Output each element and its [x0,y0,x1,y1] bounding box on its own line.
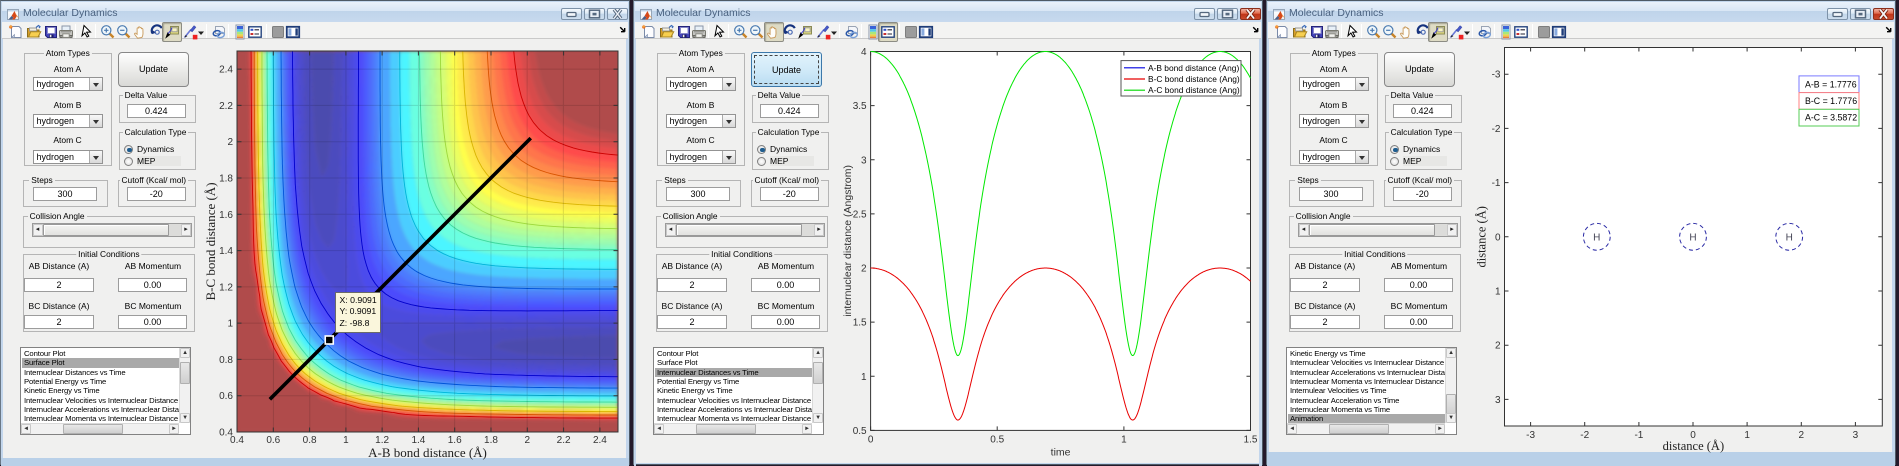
svg-text:A-B = 1.7776: A-B = 1.7776 [1805,79,1857,89]
svg-text:-1: -1 [1634,430,1643,441]
svg-text:1: 1 [227,319,233,330]
svg-text:2: 2 [861,264,867,275]
svg-text:0: 0 [1495,232,1501,243]
svg-text:-3: -3 [1492,70,1501,81]
svg-text:3: 3 [1853,430,1859,441]
svg-text:1: 1 [343,435,349,446]
svg-text:-2: -2 [1492,124,1501,135]
svg-text:2: 2 [1799,430,1805,441]
svg-text:2.5: 2.5 [853,209,867,220]
svg-text:2: 2 [525,435,531,446]
svg-text:2: 2 [227,137,233,148]
svg-text:1: 1 [1495,287,1501,298]
svg-text:A-B bond distance (Å): A-B bond distance (Å) [368,445,487,460]
svg-text:-3: -3 [1526,430,1535,441]
svg-text:1.6: 1.6 [219,210,233,221]
svg-text:B-C bond distance (Å): B-C bond distance (Å) [203,182,218,300]
svg-text:1: 1 [1121,434,1127,445]
svg-text:A-C = 3.5872: A-C = 3.5872 [1805,113,1857,123]
svg-text:0: 0 [868,434,874,445]
svg-text:3: 3 [861,155,867,166]
svg-text:0.6: 0.6 [219,391,233,402]
svg-text:4: 4 [861,47,867,58]
svg-text:0.6: 0.6 [266,435,280,446]
svg-text:1: 1 [1744,430,1750,441]
svg-text:1.8: 1.8 [219,174,233,185]
svg-text:3: 3 [1495,395,1501,406]
svg-text:time: time [1051,446,1071,458]
svg-text:3.5: 3.5 [853,101,867,112]
svg-text:B-C = 1.7776: B-C = 1.7776 [1805,96,1857,106]
svg-text:0.5: 0.5 [990,434,1004,445]
svg-text:0.5: 0.5 [853,426,867,437]
svg-text:1.5: 1.5 [853,318,867,329]
svg-text:0.8: 0.8 [303,435,317,446]
svg-text:internuclear distance (Angstro: internuclear distance (Angstrom) [842,165,854,317]
svg-text:B-C bond distance (Ang): B-C bond distance (Ang) [1148,74,1240,84]
svg-text:-2: -2 [1580,430,1589,441]
svg-text:distance (Å): distance (Å) [1475,206,1489,267]
svg-text:1.5: 1.5 [1244,434,1258,445]
svg-text:1: 1 [861,372,867,383]
svg-text:H: H [1786,232,1793,243]
svg-text:A-C bond distance (Ang): A-C bond distance (Ang) [1148,85,1240,95]
svg-text:H: H [1593,232,1600,243]
svg-text:1.2: 1.2 [219,282,233,293]
svg-text:1.4: 1.4 [219,246,233,257]
svg-text:2.2: 2.2 [557,435,571,446]
svg-text:distance (Å): distance (Å) [1663,439,1724,453]
svg-text:2.4: 2.4 [593,435,607,446]
svg-text:2.2: 2.2 [219,101,233,112]
svg-text:2.4: 2.4 [219,65,233,76]
svg-text:2: 2 [1495,341,1501,352]
svg-text:A-B bond distance (Ang): A-B bond distance (Ang) [1148,63,1239,73]
svg-text:-1: -1 [1492,178,1501,189]
svg-text:H: H [1689,232,1696,243]
svg-text:0.4: 0.4 [219,428,233,439]
svg-text:0.8: 0.8 [219,355,233,366]
